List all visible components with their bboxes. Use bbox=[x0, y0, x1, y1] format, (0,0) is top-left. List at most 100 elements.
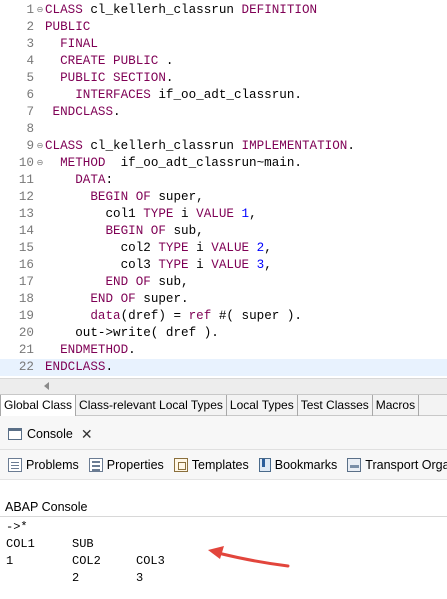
output-value-col2: 2 bbox=[72, 571, 80, 585]
code-text: END OF sub, bbox=[45, 274, 188, 291]
scroll-left-arrow-icon[interactable] bbox=[44, 382, 49, 390]
transport-organizer-view-button[interactable]: Transport Orga bbox=[347, 457, 447, 472]
code-token: super. bbox=[135, 292, 189, 306]
code-token: , bbox=[249, 207, 257, 221]
red-arrow-annotation bbox=[208, 546, 290, 568]
bookmarks-icon bbox=[258, 457, 271, 472]
code-line[interactable]: 10 ⊖ METHOD if_oo_adt_classrun~main. bbox=[0, 155, 447, 172]
output-value-col1: 1 bbox=[6, 554, 14, 568]
tab-class-relevant-local-types[interactable]: Class-relevant Local Types bbox=[76, 395, 227, 416]
properties-view-button[interactable]: Properties bbox=[88, 457, 164, 472]
code-token: END OF bbox=[45, 292, 136, 306]
code-text: CLASS cl_kellerh_classrun DEFINITION bbox=[45, 2, 317, 19]
code-line[interactable]: 11 DATA: bbox=[0, 172, 447, 189]
fold-toggle-icon[interactable]: ⊖ bbox=[35, 138, 45, 155]
code-line[interactable]: 13 col1 TYPE i VALUE 1, bbox=[0, 206, 447, 223]
code-token: END OF bbox=[45, 275, 151, 289]
code-token: VALUE bbox=[196, 207, 234, 221]
code-text: FINAL bbox=[45, 36, 98, 53]
code-line[interactable]: 14 BEGIN OF sub, bbox=[0, 223, 447, 240]
view-toolbar: Problems Properties Templates Bookmarks … bbox=[0, 450, 447, 480]
bookmarks-view-button[interactable]: Bookmarks bbox=[258, 457, 338, 472]
code-line[interactable]: 8 bbox=[0, 121, 447, 138]
templates-view-button[interactable]: Templates bbox=[173, 457, 249, 472]
code-line[interactable]: 22 ENDCLASS. bbox=[0, 359, 447, 376]
line-number: 8 bbox=[26, 122, 34, 136]
code-token: i bbox=[173, 207, 197, 221]
bookmarks-label: Bookmarks bbox=[274, 457, 338, 472]
line-number: 11 bbox=[18, 173, 34, 187]
line-number: 19 bbox=[18, 309, 34, 323]
code-token: col1 bbox=[45, 207, 144, 221]
console-tab-label: Console bbox=[27, 427, 73, 441]
code-line[interactable]: 20 out->write( dref ). bbox=[0, 325, 447, 342]
code-token: INTERFACES bbox=[45, 88, 151, 102]
fold-toggle-icon[interactable]: ⊖ bbox=[35, 155, 45, 172]
code-text: BEGIN OF super, bbox=[45, 189, 203, 206]
code-line[interactable]: 15 col2 TYPE i VALUE 2, bbox=[0, 240, 447, 257]
code-line[interactable]: 7 ENDCLASS. bbox=[0, 104, 447, 121]
code-token: : bbox=[105, 173, 114, 187]
code-line[interactable]: 19 data(dref) = ref #( super ). bbox=[0, 308, 447, 325]
code-line[interactable]: 16 col3 TYPE i VALUE 3, bbox=[0, 257, 447, 274]
code-token: (dref) = bbox=[120, 309, 189, 323]
tab-test-classes[interactable]: Test Classes bbox=[298, 395, 373, 416]
code-token: #( super ). bbox=[211, 309, 302, 323]
line-number: 2 bbox=[26, 20, 34, 34]
code-line[interactable]: 12 BEGIN OF super, bbox=[0, 189, 447, 206]
properties-icon bbox=[88, 457, 103, 472]
line-number: 21 bbox=[18, 343, 34, 357]
code-token: if_oo_adt_classrun~main. bbox=[105, 156, 302, 170]
properties-label: Properties bbox=[106, 457, 164, 472]
code-token: ref bbox=[188, 309, 212, 323]
code-text: ENDCLASS. bbox=[45, 359, 113, 376]
code-text: CLASS cl_kellerh_classrun IMPLEMENTATION… bbox=[45, 138, 355, 155]
code-line[interactable]: 21 ENDMETHOD. bbox=[0, 342, 447, 359]
code-token: cl_kellerh_classrun bbox=[82, 3, 242, 17]
code-text: END OF super. bbox=[45, 291, 189, 308]
code-text: PUBLIC SECTION. bbox=[45, 70, 173, 87]
code-token: . bbox=[113, 105, 121, 119]
output-header-col1: COL1 bbox=[6, 537, 35, 551]
code-line[interactable]: 6 INTERFACES if_oo_adt_classrun. bbox=[0, 87, 447, 104]
output-value-col3: 3 bbox=[136, 571, 144, 585]
transport-organizer-icon bbox=[347, 457, 362, 472]
code-token: VALUE bbox=[211, 241, 250, 255]
code-token: data bbox=[45, 309, 121, 323]
problems-view-button[interactable]: Problems bbox=[8, 457, 79, 472]
code-token: out->write( dref ). bbox=[45, 326, 219, 340]
tab-local-types[interactable]: Local Types bbox=[227, 395, 298, 416]
console-view-header: Console ✕ bbox=[0, 416, 447, 450]
tab-macros[interactable]: Macros bbox=[373, 395, 420, 416]
code-line[interactable]: 4 CREATE PUBLIC . bbox=[0, 53, 447, 70]
tab-console[interactable]: Console ✕ bbox=[8, 425, 93, 443]
code-token: DATA bbox=[45, 173, 106, 187]
output-header-col3: COL3 bbox=[136, 554, 165, 568]
code-line[interactable]: 9 ⊖ CLASS cl_kellerh_classrun IMPLEMENTATI… bbox=[0, 138, 447, 155]
code-token: . bbox=[165, 71, 174, 85]
code-line[interactable]: 3 FINAL bbox=[0, 36, 447, 53]
code-line[interactable]: 2 PUBLIC bbox=[0, 19, 447, 36]
code-editor[interactable]: 1 ⊖ CLASS cl_kellerh_classrun DEFINITION 2 P… bbox=[0, 0, 447, 378]
editor-horizontal-scrollbar[interactable] bbox=[0, 378, 447, 394]
code-token: 1 bbox=[241, 207, 250, 221]
code-token: ENDMETHOD bbox=[45, 343, 129, 357]
line-number: 20 bbox=[18, 326, 34, 340]
close-icon[interactable]: ✕ bbox=[81, 427, 93, 441]
transport-organizer-label: Transport Orga bbox=[365, 457, 447, 472]
code-token: . bbox=[128, 343, 136, 357]
code-line[interactable]: 17 END OF sub, bbox=[0, 274, 447, 291]
code-line[interactable]: 18 END OF super. bbox=[0, 291, 447, 308]
tab-global-class[interactable]: Global Class bbox=[0, 395, 77, 416]
fold-toggle-icon[interactable]: ⊖ bbox=[35, 2, 45, 19]
line-number: 16 bbox=[18, 258, 34, 272]
code-token: PUBLIC SECTION bbox=[45, 71, 166, 85]
code-line[interactable]: 1 ⊖ CLASS cl_kellerh_classrun DEFINITION bbox=[0, 2, 447, 19]
line-number: 10 bbox=[18, 156, 34, 170]
problems-icon bbox=[8, 457, 22, 472]
code-line[interactable]: 5 PUBLIC SECTION. bbox=[0, 70, 447, 87]
code-text: PUBLIC bbox=[45, 19, 90, 36]
code-text: col3 TYPE i VALUE 3, bbox=[45, 257, 272, 274]
